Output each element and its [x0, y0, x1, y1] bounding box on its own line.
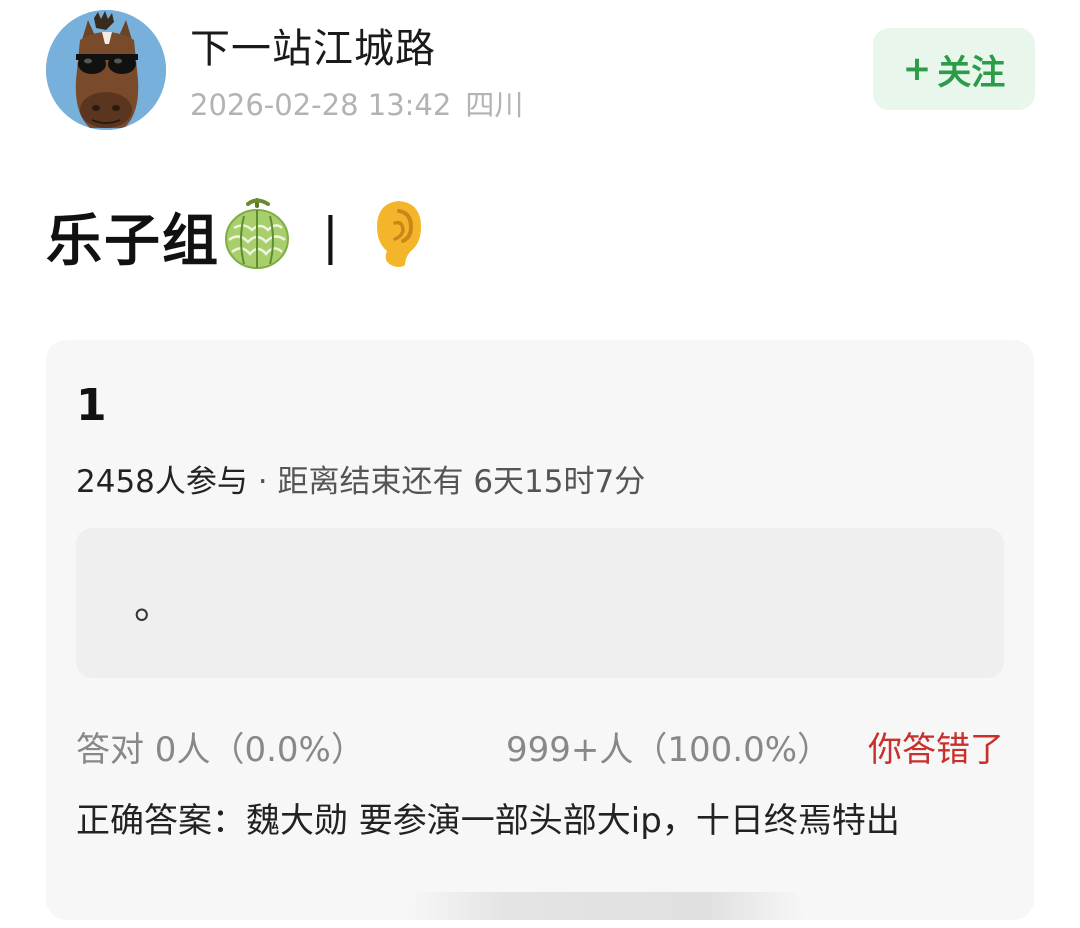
horse-sunglasses-avatar-icon [46, 10, 166, 130]
ear-icon [373, 199, 423, 273]
quiz-stats: 答对 0人（0.0%） 999+人（100.0%） 你答错了 [76, 722, 1006, 772]
post-location: 四川 [465, 88, 524, 122]
correct-answer: 正确答案：魏大勋 要参演一部头部大ip，十日终焉特出 [76, 801, 900, 841]
plus-icon: + [902, 49, 932, 89]
wrong-stat: 999+人（100.0%） [506, 730, 832, 770]
follow-label: 关注 [937, 52, 1006, 93]
blurred-region [406, 892, 806, 920]
result-label: 你答错了 [868, 730, 1004, 770]
avatar[interactable] [46, 10, 166, 130]
post-datetime: 2026-02-28 13:42 [190, 88, 452, 122]
follow-button[interactable]: + 关注 [873, 28, 1035, 110]
quiz-title: 1 [76, 380, 107, 431]
quiz-option-text: 。 [134, 582, 174, 628]
username[interactable]: 下一站江城路 [190, 16, 436, 74]
post-meta: 2026-02-28 13:42 四川 [190, 82, 523, 124]
post-title: 乐子组 | [46, 196, 423, 276]
quiz-option[interactable]: 。 [76, 528, 1004, 678]
melon-icon [224, 198, 290, 274]
post-title-text: 乐子组 [46, 208, 220, 274]
title-separator: | [322, 207, 339, 265]
quiz-deadline: · 距离结束还有 6天15时7分 [247, 464, 646, 500]
quiz-meta: 2458人参与 · 距离结束还有 6天15时7分 [76, 456, 645, 501]
quiz-card: 1 2458人参与 · 距离结束还有 6天15时7分 。 答对 0人（0.0%）… [46, 340, 1034, 920]
correct-stat: 答对 0人（0.0%） [76, 730, 365, 770]
participant-count: 2458人参与 [76, 464, 248, 500]
